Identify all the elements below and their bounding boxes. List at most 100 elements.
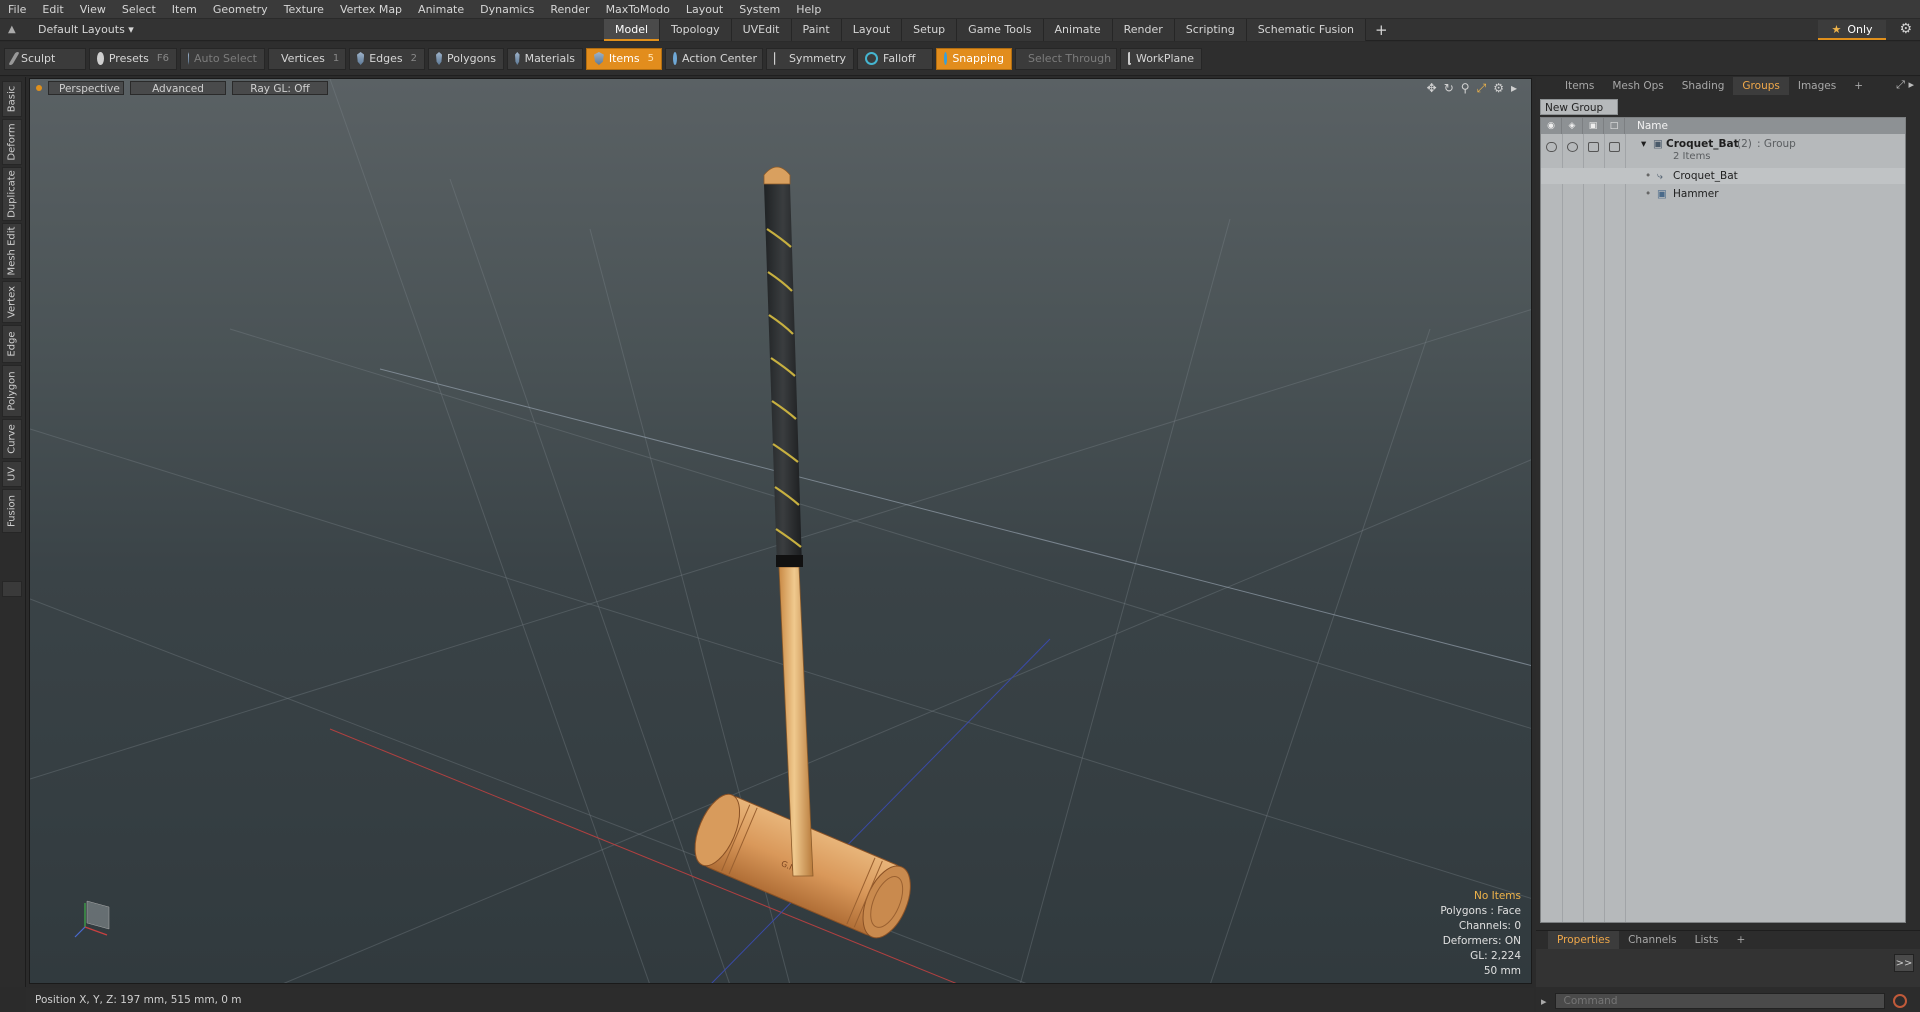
action-center-button[interactable]: Action Center	[665, 47, 763, 70]
auto-select-label: Auto Select	[194, 52, 257, 65]
visibility-column-icon[interactable]: ◉	[1541, 118, 1562, 134]
add-bottom-tab-icon[interactable]: +	[1727, 931, 1754, 949]
menu-view[interactable]: View	[72, 0, 114, 19]
command-history-icon[interactable]	[1892, 994, 1907, 1008]
tab-deform[interactable]: Deform	[2, 119, 22, 165]
menu-texture[interactable]: Texture	[276, 0, 332, 19]
render-column-icon[interactable]: ◈	[1562, 118, 1583, 134]
group-child-row[interactable]: • ▣ Hammer	[1541, 186, 1905, 202]
menu-maxtomodo[interactable]: MaxToModo	[598, 0, 678, 19]
menu-item[interactable]: Item	[164, 0, 205, 19]
shading-dropdown[interactable]: Advanced	[130, 81, 226, 95]
horizon-axis	[379, 368, 1531, 667]
panel-expand-icon[interactable]: ⤢ ▸	[1896, 78, 1914, 92]
edges-label: Edges	[369, 52, 403, 65]
viewport-menu-dot[interactable]	[36, 85, 42, 91]
tab-lists[interactable]: Lists	[1686, 931, 1728, 949]
expand-button[interactable]: >>	[1894, 954, 1914, 972]
tab-schematic-fusion[interactable]: Schematic Fusion	[1246, 19, 1367, 41]
only-button[interactable]: ★ Only	[1818, 20, 1886, 40]
menu-select[interactable]: Select	[114, 0, 164, 19]
zoom-icon[interactable]: ⚲	[1461, 81, 1470, 96]
rotate-icon[interactable]: ↻	[1444, 81, 1454, 96]
pan-icon[interactable]: ✥	[1427, 81, 1437, 96]
select-through-button[interactable]: Select Through	[1015, 47, 1117, 70]
snapping-button[interactable]: Snapping	[936, 47, 1012, 70]
menu-edit[interactable]: Edit	[34, 0, 71, 19]
viewport-more-icon[interactable]: ▸	[1511, 81, 1517, 96]
tab-fusion[interactable]: Fusion	[2, 489, 22, 533]
tab-edge[interactable]: Edge	[2, 325, 22, 363]
tab-mesh-ops[interactable]: Mesh Ops	[1603, 77, 1672, 95]
tab-channels[interactable]: Channels	[1619, 931, 1686, 949]
menu-dynamics[interactable]: Dynamics	[472, 0, 542, 19]
select-toggle-icon[interactable]	[1609, 142, 1620, 152]
name-column-header[interactable]: Name	[1625, 120, 1668, 132]
render-toggle-icon[interactable]	[1567, 142, 1578, 152]
menu-help[interactable]: Help	[788, 0, 829, 19]
tab-vertex[interactable]: Vertex	[2, 281, 22, 323]
layout-switcher[interactable]: ▲ Default Layouts ▾	[0, 19, 150, 41]
menu-system[interactable]: System	[731, 0, 788, 19]
menu-vertex-map[interactable]: Vertex Map	[332, 0, 410, 19]
group-child-row[interactable]: • ⤷ Croquet_Bat	[1541, 168, 1905, 184]
tab-paint[interactable]: Paint	[791, 19, 842, 41]
eye-icon[interactable]	[1546, 142, 1557, 152]
presets-button[interactable]: Presets F6	[89, 47, 177, 70]
lock-column-icon[interactable]: ▣	[1583, 118, 1604, 134]
auto-select-button[interactable]: Auto Select	[180, 47, 265, 70]
tab-properties[interactable]: Properties	[1548, 930, 1620, 949]
workplane-button[interactable]: WorkPlane	[1120, 47, 1202, 70]
tree-branch-icon: •	[1645, 170, 1652, 182]
view-mode-dropdown[interactable]: Perspective	[48, 81, 124, 95]
items-button[interactable]: Items 5	[586, 47, 662, 70]
add-panel-tab-icon[interactable]: +	[1845, 77, 1872, 95]
expand-arrow-icon[interactable]: ▾	[1641, 136, 1646, 152]
tab-game-tools[interactable]: Game Tools	[957, 19, 1044, 41]
fit-icon[interactable]: ⤢	[1477, 81, 1487, 96]
symmetry-button[interactable]: Symmetry	[766, 47, 854, 70]
lock-toggle-icon[interactable]	[1588, 142, 1599, 152]
tab-duplicate[interactable]: Duplicate	[2, 167, 22, 221]
gear-icon[interactable]: ⚙	[1899, 21, 1912, 37]
tab-uv[interactable]: UV	[2, 461, 22, 487]
tab-shading[interactable]: Shading	[1673, 77, 1734, 95]
group-row[interactable]: ▾ ▣ Croquet_Bat (2) : Group 2 Items	[1541, 136, 1905, 168]
sculpt-button[interactable]: Sculpt	[4, 47, 86, 70]
3d-viewport[interactable]: G.NG Perspective Advanced Ray GL: Off ✥ …	[29, 78, 1532, 984]
tab-groups[interactable]: Groups	[1733, 77, 1789, 95]
tab-model[interactable]: Model	[604, 19, 661, 41]
tab-render[interactable]: Render	[1112, 19, 1175, 41]
falloff-button[interactable]: Falloff	[857, 47, 933, 70]
new-group-button[interactable]: New Group	[1540, 99, 1618, 115]
viewport-settings-icon[interactable]: ⚙	[1493, 81, 1504, 96]
groups-scrollbar[interactable]	[1908, 117, 1918, 923]
menu-geometry[interactable]: Geometry	[205, 0, 276, 19]
add-tab-icon[interactable]: +	[1366, 19, 1397, 41]
edges-button[interactable]: Edges 2	[349, 47, 425, 70]
tab-scripting[interactable]: Scripting	[1174, 19, 1247, 41]
tab-animate[interactable]: Animate	[1043, 19, 1113, 41]
menu-animate[interactable]: Animate	[410, 0, 472, 19]
materials-button[interactable]: Materials	[507, 47, 583, 70]
vertices-button[interactable]: Vertices 1	[268, 47, 346, 70]
tab-curve[interactable]: Curve	[2, 419, 22, 459]
tab-layout[interactable]: Layout	[841, 19, 903, 41]
select-column-icon[interactable]: □	[1604, 118, 1625, 134]
menu-file[interactable]: File	[0, 0, 34, 19]
menu-render[interactable]: Render	[542, 0, 597, 19]
tab-uvedit[interactable]: UVEdit	[731, 19, 792, 41]
menu-layout[interactable]: Layout	[678, 0, 731, 19]
tool-palette-toggle[interactable]	[2, 581, 22, 597]
tab-items[interactable]: Items	[1556, 77, 1603, 95]
collapse-icon[interactable]: ▲	[8, 24, 22, 35]
tab-images[interactable]: Images	[1789, 77, 1845, 95]
tab-setup[interactable]: Setup	[902, 19, 958, 41]
tab-basic[interactable]: Basic	[2, 81, 22, 117]
raygl-toggle[interactable]: Ray GL: Off	[232, 81, 328, 95]
polygons-button[interactable]: Polygons	[428, 47, 504, 70]
tab-topology[interactable]: Topology	[660, 19, 732, 41]
command-input[interactable]	[1554, 993, 1885, 1009]
tab-mesh-edit[interactable]: Mesh Edit	[2, 223, 22, 279]
tab-polygon[interactable]: Polygon	[2, 365, 22, 417]
